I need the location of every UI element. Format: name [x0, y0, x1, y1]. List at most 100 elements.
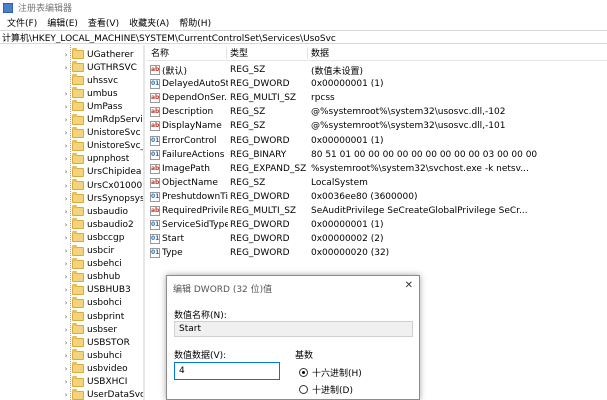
registry-value-row[interactable]: ab ImagePath REG_EXPAND_SZ %systemroot%\sys… — [146, 162, 607, 176]
registry-value-row[interactable]: ab Description REG_SZ @%systemroot%\system3… — [146, 105, 607, 119]
radio-hexadecimal[interactable]: 十六进制(H) — [299, 366, 362, 379]
tree-item[interactable]: › usbvideo — [62, 362, 128, 375]
tree-item[interactable]: › UmPass — [62, 100, 122, 113]
folder-icon — [72, 231, 84, 243]
registry-value-row[interactable]: ab DependOnSer... REG_MULTI_SZ rpcss — [146, 91, 607, 105]
tree-item[interactable]: › USBSTOR — [62, 336, 130, 349]
tree-item-label: USBSTOR — [87, 337, 130, 348]
chevron-right-icon[interactable]: › — [62, 391, 70, 399]
chevron-right-icon[interactable]: › — [62, 168, 70, 176]
tree-item[interactable]: › UserDataSvc — [62, 388, 143, 400]
menu-view[interactable]: 查看(V) — [83, 16, 124, 29]
value-type: REG_SZ — [230, 107, 266, 118]
menu-help[interactable]: 帮助(H) — [174, 16, 216, 29]
tree-item[interactable]: › UrsCx01000 — [62, 179, 142, 192]
tree-item[interactable]: › upnphost — [62, 152, 129, 166]
tree-item[interactable]: › UrsSynopsys — [62, 192, 143, 205]
registry-value-row[interactable]: 01 Start REG_DWORD 0x00000002 (2) — [146, 232, 607, 246]
column-header-data[interactable]: 数据 — [311, 46, 329, 59]
registry-value-row[interactable]: ab ObjectName REG_SZ LocalSystem — [146, 176, 607, 190]
tree-item[interactable]: uhssvc — [62, 74, 118, 87]
tree-item[interactable]: › UGTHRSVC — [62, 61, 137, 74]
tree-item[interactable]: › usbprint — [62, 310, 124, 323]
chevron-right-icon[interactable]: › — [62, 339, 70, 347]
chevron-right-icon[interactable]: › — [62, 352, 70, 360]
tree-item[interactable]: › UnistoreSvc — [62, 126, 141, 140]
address-bar[interactable]: 计算机\HKEY_LOCAL_MACHINE\SYSTEM\CurrentCon… — [0, 30, 607, 44]
radio-decimal[interactable]: 十进制(D) — [299, 383, 353, 396]
value-data-input[interactable]: 4 — [174, 362, 280, 380]
chevron-right-icon[interactable]: › — [62, 313, 70, 321]
chevron-right-icon[interactable]: › — [62, 90, 70, 98]
column-header-type[interactable]: 类型 — [230, 46, 248, 59]
column-divider[interactable] — [307, 47, 308, 59]
tree-item[interactable]: › usbaudio2 — [62, 218, 134, 231]
chevron-right-icon[interactable]: › — [62, 326, 70, 334]
tree-item[interactable]: › usbhub — [62, 270, 120, 284]
menu-favorites[interactable]: 收藏夹(A) — [124, 16, 174, 29]
tree-item[interactable]: › UGatherer — [62, 48, 134, 61]
tree-item[interactable]: › usbccgp — [62, 231, 124, 244]
folder-icon — [72, 48, 84, 59]
chevron-right-icon[interactable]: › — [62, 234, 70, 242]
binary-value-icon: 01 — [150, 149, 160, 160]
registry-value-row[interactable]: 01PreshutdownTi...REG_DWORD 0x0036ee80 (3… — [146, 190, 607, 204]
menu-file[interactable]: 文件(F) — [2, 16, 42, 29]
tree-item[interactable]: › UmRdpServic — [62, 113, 143, 127]
chevron-right-icon[interactable]: › — [62, 51, 70, 59]
chevron-right-icon[interactable]: › — [62, 129, 70, 137]
chevron-right-icon[interactable]: › — [62, 286, 70, 294]
chevron-right-icon[interactable]: › — [62, 155, 70, 163]
value-name-label: 数值名称(N): — [174, 311, 227, 321]
registry-value-row[interactable]: 01DelayedAutoSt...REG_DWORD 0x00000001 (1… — [146, 77, 607, 91]
chevron-right-icon[interactable]: › — [62, 221, 70, 229]
chevron-right-icon[interactable]: › — [62, 182, 70, 190]
folder-icon — [72, 165, 84, 177]
tree-item[interactable]: › umbus — [62, 87, 118, 100]
column-divider[interactable] — [226, 47, 227, 59]
tree-item[interactable]: › usbser — [62, 323, 117, 336]
tree-item-label: UnistoreSvc_1 — [87, 141, 143, 152]
tree-item[interactable]: › USBHUB3 — [62, 283, 131, 297]
tree-item[interactable]: › usbohci — [62, 296, 122, 310]
chevron-right-icon[interactable]: › — [62, 247, 70, 255]
chevron-right-icon[interactable]: › — [62, 299, 70, 307]
chevron-right-icon[interactable]: › — [62, 208, 70, 216]
registry-value-row[interactable]: 01 ServiceSidType REG_DWORD 0x00000001 (1) — [146, 218, 607, 232]
chevron-right-icon[interactable]: › — [62, 103, 70, 111]
chevron-right-icon[interactable]: › — [62, 142, 70, 150]
chevron-right-icon[interactable]: › — [62, 64, 70, 72]
chevron-right-icon[interactable]: › — [62, 195, 70, 203]
registry-value-row[interactable]: 01 Type REG_DWORD 0x00000020 (32) — [146, 246, 607, 260]
tree-item[interactable]: › UrsChipidea — [62, 165, 141, 179]
tree-item[interactable]: › usbcir — [62, 244, 114, 258]
column-header-name[interactable]: 名称 — [151, 46, 169, 59]
base-group-label: 基数 — [295, 351, 314, 361]
registry-value-row[interactable]: abRequiredPrivile...REG_MULTI_SZ SeAuditP… — [146, 204, 607, 218]
string-value-icon: ab — [150, 206, 160, 216]
chevron-right-icon[interactable]: › — [62, 365, 70, 373]
radio-unselected-dot[interactable] — [299, 385, 308, 394]
tree-item-label: UGatherer — [87, 49, 134, 60]
tree-item[interactable]: › usbehci — [62, 257, 122, 271]
value-name: PreshutdownTi... — [162, 191, 228, 202]
folder-icon — [72, 375, 84, 387]
chevron-right-icon[interactable]: › — [62, 273, 70, 281]
radio-selected-dot[interactable] — [299, 368, 308, 377]
chevron-right-icon[interactable]: › — [62, 116, 70, 124]
close-icon[interactable]: ✕ — [405, 280, 413, 291]
binary-value-icon: 01 — [150, 79, 160, 90]
registry-value-row[interactable]: ab (默认) REG_SZ (数值未设置) — [146, 63, 607, 77]
pane-splitter[interactable] — [143, 45, 145, 400]
menu-edit[interactable]: 编辑(E) — [42, 16, 83, 29]
registry-value-row[interactable]: ab DisplayName REG_SZ @%systemroot%\system3… — [146, 119, 607, 133]
registry-value-row[interactable]: 01 ErrorControl REG_DWORD 0x00000001 (1) — [146, 134, 607, 148]
chevron-right-icon[interactable]: › — [62, 260, 70, 268]
chevron-right-icon[interactable]: › — [62, 378, 70, 386]
tree-item[interactable]: › usbaudio — [62, 205, 128, 218]
binary-value-icon: 01 — [150, 191, 160, 202]
tree-item[interactable]: › USBXHCI — [62, 375, 127, 389]
tree-item[interactable]: › UnistoreSvc_1 — [62, 139, 143, 153]
registry-value-row[interactable]: 01 FailureActions REG_BINARY 80 51 01 00 00… — [146, 148, 607, 162]
tree-item[interactable]: › usbuhci — [62, 349, 122, 362]
